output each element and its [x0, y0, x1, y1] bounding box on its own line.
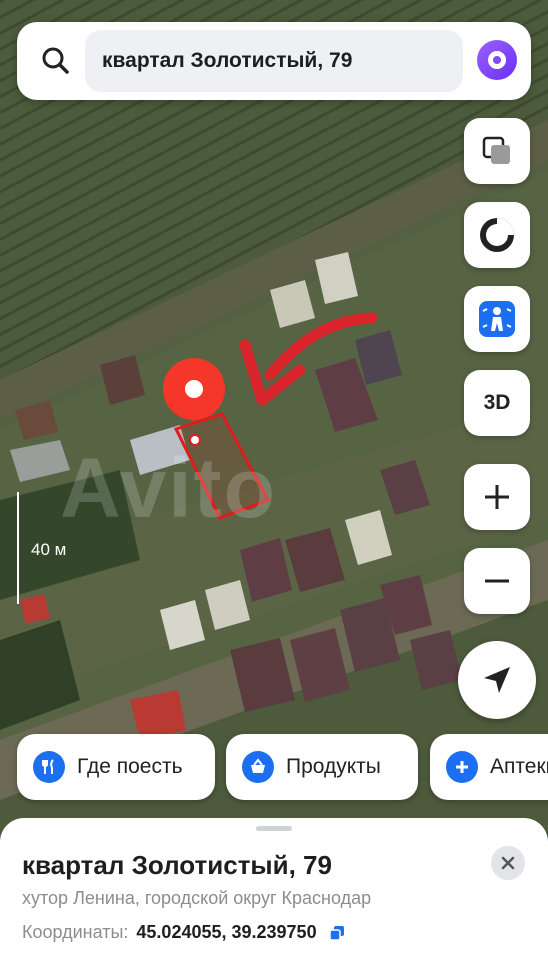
close-button[interactable]: [491, 846, 525, 880]
scale-label: 40 м: [31, 540, 67, 559]
search-icon[interactable]: [37, 42, 75, 80]
zoom-out-button[interactable]: [464, 548, 530, 614]
place-title: квартал Золотистый, 79: [22, 850, 332, 880]
search-input[interactable]: квартал Золотистый, 79: [85, 30, 463, 92]
coordinates-label: Координаты:: [22, 922, 129, 942]
copy-icon[interactable]: [328, 925, 345, 941]
zoom-in-button[interactable]: [464, 464, 530, 530]
alice-map-button[interactable]: [464, 202, 530, 268]
3d-label: 3D: [483, 391, 511, 414]
navigation-arrow-icon: [484, 667, 510, 693]
compass-ring-icon: [480, 218, 514, 252]
plus-icon: [485, 485, 509, 509]
chip-where-to-eat[interactable]: Где поесть: [17, 734, 215, 800]
chip-label: Где поесть: [77, 755, 183, 778]
basket-icon: [242, 751, 274, 783]
fork-knife-icon: [33, 751, 65, 783]
panorama-person-icon: [479, 301, 515, 337]
coordinates-value: 45.024055, 39.239750: [136, 922, 317, 942]
my-location-button[interactable]: [458, 641, 536, 719]
place-card: квартал Золотистый, 79 хутор Ленина, гор…: [0, 818, 548, 960]
3d-button[interactable]: 3D: [464, 370, 530, 436]
coordinates-row: Координаты: 45.024055, 39.239750: [22, 922, 345, 943]
layers-icon: [482, 136, 510, 164]
layers-button[interactable]: [464, 118, 530, 184]
minus-icon: [485, 579, 509, 583]
close-icon: [501, 856, 515, 870]
place-subtitle: хутор Ленина, городской округ Краснодар: [22, 888, 372, 908]
panorama-button[interactable]: [464, 286, 530, 352]
plus-icon: [446, 751, 478, 783]
chip-label: Аптеки: [490, 755, 548, 778]
chip-label: Продукты: [286, 755, 381, 778]
sheet-grabber[interactable]: [256, 826, 292, 831]
search-bar: квартал Золотистый, 79: [17, 22, 531, 100]
chip-pharmacies[interactable]: Аптеки: [430, 734, 548, 800]
scale-bar: [17, 492, 19, 604]
alice-icon: [488, 51, 506, 69]
alice-voice-button[interactable]: [477, 40, 517, 80]
avito-watermark: Avito: [60, 441, 277, 535]
chip-groceries[interactable]: Продукты: [226, 734, 418, 800]
